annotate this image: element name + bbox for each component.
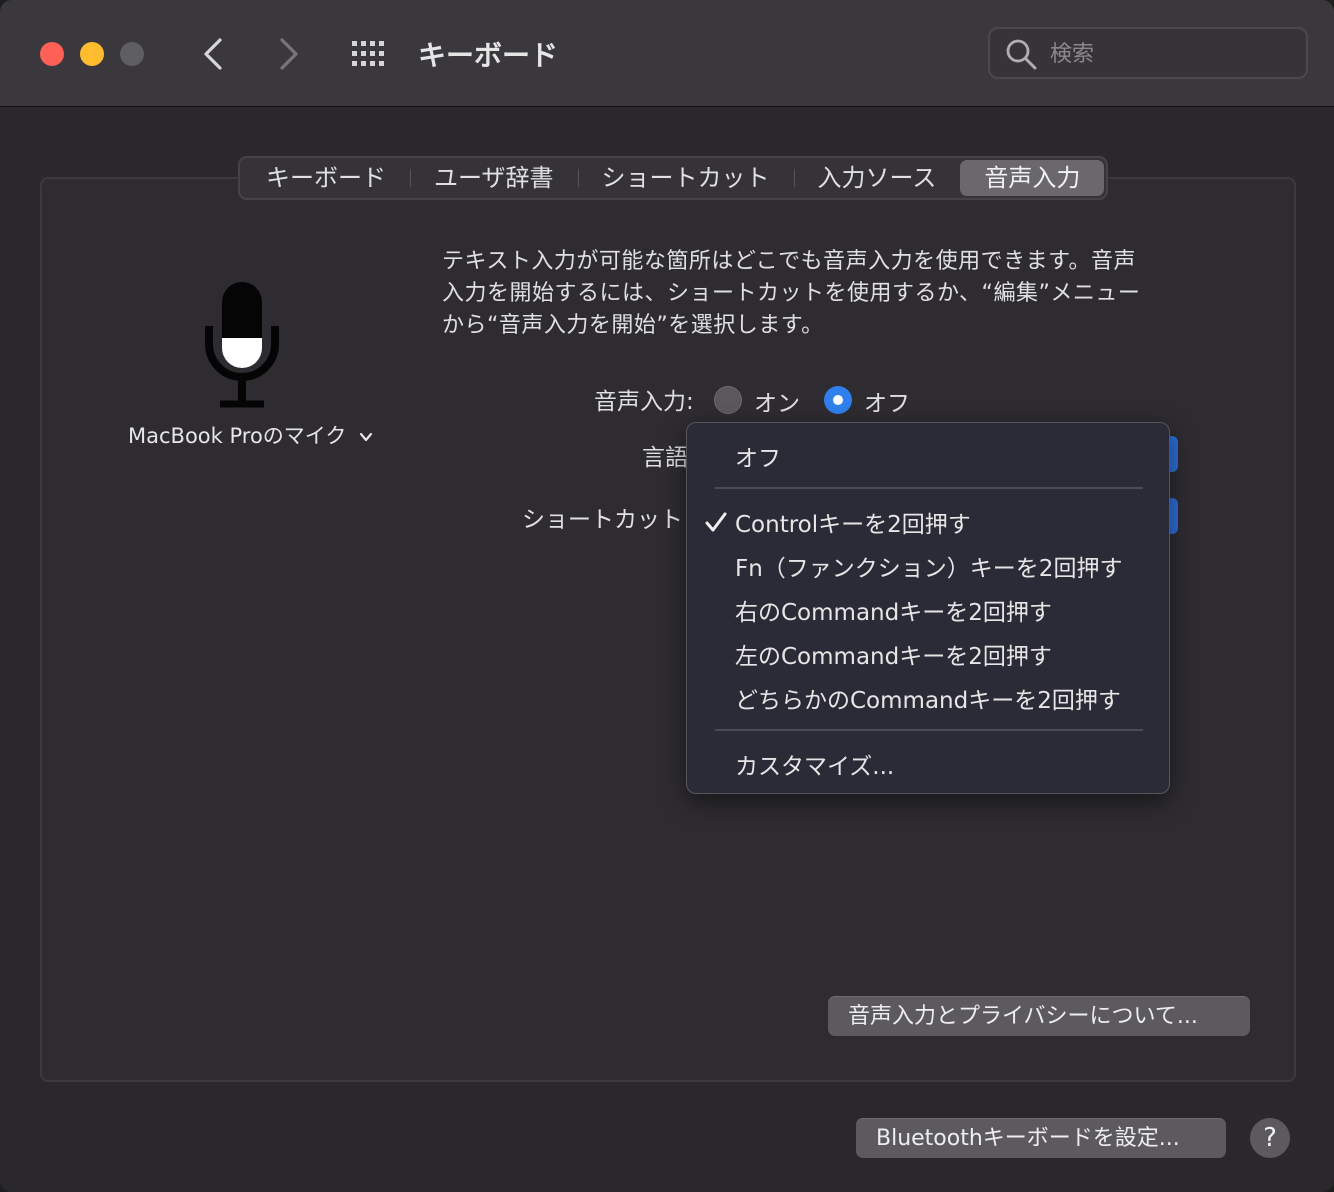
search-field[interactable] (988, 27, 1308, 79)
dictation-on-label[interactable]: オン (754, 384, 800, 418)
dictation-label: 音声入力: (594, 389, 694, 415)
microphone-source-label: MacBook Proのマイク (128, 424, 347, 448)
forward-button[interactable] (268, 34, 308, 74)
dictation-description: テキスト入力が可能な箇所はどこでも音声入力を使用できます。音声 入力を開始するに… (442, 249, 1141, 338)
microphone-icon (205, 282, 279, 408)
checkmark-icon (705, 512, 727, 532)
menu-separator (715, 487, 1143, 489)
menu-item-either-command-twice[interactable]: どちらかのCommandキーを2回押す (735, 681, 1121, 715)
chevron-down-icon (359, 432, 373, 442)
zoom-window-button (120, 42, 144, 66)
shortcut-label: ショートカット (522, 507, 683, 533)
help-button[interactable]: ? (1250, 1118, 1290, 1158)
menu-item-right-command-twice[interactable]: 右のCommandキーを2回押す (735, 593, 1052, 627)
bluetooth-keyboard-setup-button[interactable]: Bluetoothキーボードを設定... (856, 1118, 1226, 1158)
dictation-on-radio[interactable] (714, 386, 742, 414)
menu-item-off[interactable]: オフ (735, 439, 781, 473)
tab-bar: キーボード ユーザ辞書 ショートカット 入力ソース 音声入力 (238, 156, 1109, 200)
search-input[interactable] (1048, 37, 1292, 71)
menu-separator (715, 729, 1143, 731)
show-all-button[interactable] (350, 38, 390, 70)
minimize-window-button[interactable] (80, 42, 104, 66)
language-label: 言語 (642, 445, 688, 471)
title-bar: キーボード (0, 0, 1334, 107)
grid-icon (352, 41, 384, 66)
chevron-right-icon (280, 38, 298, 70)
tab-shortcuts[interactable]: ショートカット (577, 160, 794, 196)
microphone-source-popup[interactable]: MacBook Proのマイク (128, 420, 373, 450)
tab-input-sources[interactable]: 入力ソース (793, 160, 961, 196)
menu-item-left-command-twice[interactable]: 左のCommandキーを2回押す (735, 637, 1052, 671)
menu-item-customize[interactable]: カスタマイズ... (735, 747, 894, 781)
tab-user-dictionary[interactable]: ユーザ辞書 (410, 160, 578, 196)
tab-keyboard[interactable]: キーボード (242, 160, 410, 196)
menu-item-fn-twice[interactable]: Fn（ファンクション）キーを2回押す (735, 549, 1122, 583)
dictation-privacy-button[interactable]: 音声入力とプライバシーについて... (828, 996, 1250, 1036)
window-title: キーボード (418, 39, 559, 72)
dictation-off-radio[interactable] (824, 386, 852, 414)
preferences-window: キーボード キーボード ユーザ辞書 ショートカット 入力ソース 音声入力 Mac… (0, 0, 1334, 1192)
close-window-button[interactable] (40, 42, 64, 66)
menu-item-control-twice[interactable]: Controlキーを2回押す (735, 505, 971, 539)
back-button[interactable] (194, 34, 234, 74)
search-icon (1006, 39, 1037, 70)
chevron-left-icon (204, 38, 222, 70)
dictation-off-label[interactable]: オフ (864, 384, 910, 418)
tab-dictation[interactable]: 音声入力 (960, 160, 1105, 196)
shortcut-dropdown-menu: オフ Controlキーを2回押す Fn（ファンクション）キーを2回押す 右のC… (686, 422, 1170, 794)
